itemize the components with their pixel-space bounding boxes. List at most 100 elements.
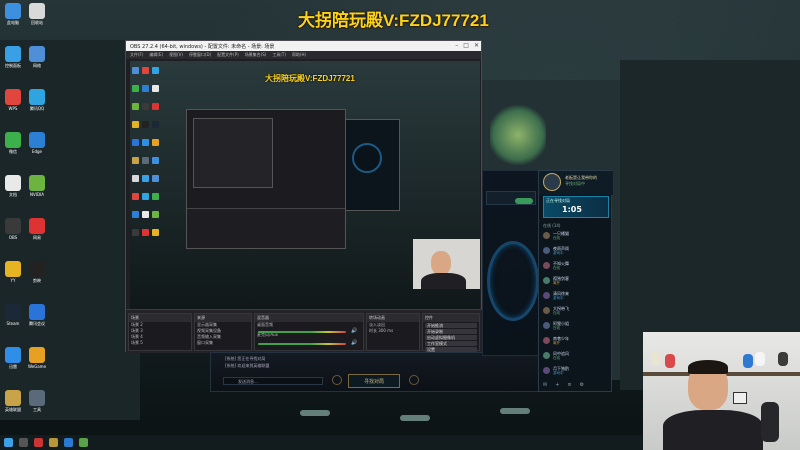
obs-taskbar-icon[interactable] — [34, 438, 43, 447]
desktop-shortcut[interactable]: 文档 — [2, 175, 24, 198]
desktop-shortcut[interactable]: 剪映 — [26, 261, 48, 284]
sources-dock[interactable]: 来源 显示器采集 视频采集设备 音频输入采集 窗口采集 — [194, 313, 252, 351]
preview-app-icon — [132, 121, 139, 128]
chat-line: [系统] 您正在寻找对局 — [225, 356, 266, 361]
friend-list-item[interactable]: 阿狸小姐 在线 — [543, 321, 609, 331]
desktop-shortcut[interactable]: 迅雷 — [2, 347, 24, 370]
obs-menubar: 文件(F) 编辑(E) 视图(V) 停靠窗口(D) 配置文件(P) 场景集合(S) 工具(T… — [126, 51, 481, 59]
desktop-shortcut[interactable]: 英雄联盟 — [2, 390, 24, 413]
friend-status: 在线 — [553, 311, 560, 315]
windows-start-icon[interactable] — [4, 438, 13, 447]
obs-preview[interactable]: 大拐陪玩殿V:FZDJ77721 — [130, 61, 480, 309]
obs-docks: 场景 场景 2 场景 3 场景 4 场景 5 来源 显示器采集 视频采集设备 音频输入采集… — [126, 309, 483, 358]
transitions-dock[interactable]: 转场动画 淡入淡出 时长 300 ms — [366, 313, 420, 351]
obs-titlebar[interactable]: OBS 27.2.4 (64-bit, windows) - 配置文件: 未命名… — [126, 41, 481, 51]
maximize-icon[interactable]: □ — [463, 42, 469, 49]
toggle-switch[interactable] — [515, 198, 533, 204]
scenes-dock-header: 场景 — [129, 314, 191, 322]
friend-status: 游戏中 — [553, 371, 564, 375]
control-button[interactable]: 开始录制 — [425, 329, 477, 334]
obs-menu-item[interactable]: 工具(T) — [272, 52, 286, 58]
desktop-shortcut[interactable]: 网易 — [26, 218, 48, 241]
desktop-shortcut-label: 腾讯QQ — [29, 106, 45, 111]
webcam-face — [431, 251, 451, 275]
audio-meter — [258, 343, 346, 345]
queue-label: 正在寻找对局 — [546, 198, 570, 203]
stream-title-banner: 大拐陪玩殿V:FZDJ77721 — [298, 11, 489, 30]
desktop-shortcut-label: 网络 — [33, 63, 41, 68]
preview-app-icon — [152, 157, 159, 164]
control-button[interactable]: 启动虚拟摄像机 — [425, 335, 477, 340]
desktop-shortcut[interactable]: 腾讯会议 — [26, 304, 48, 327]
friend-list-item[interactable]: 夜雨声烦 游戏中 — [543, 246, 609, 256]
webcam-shirt — [421, 273, 466, 289]
friend-list-item[interactable]: 月下独酌 游戏中 — [543, 366, 609, 376]
obs-window[interactable]: OBS 27.2.4 (64-bit, windows) - 配置文件: 未命名… — [125, 40, 483, 358]
control-button[interactable]: 工作室模式 — [425, 341, 477, 346]
obs-menu-item[interactable]: 配置文件(P) — [217, 52, 239, 58]
search-icon[interactable] — [19, 438, 28, 447]
desktop-shortcut[interactable]: WeGame — [26, 347, 48, 369]
microphone — [761, 402, 779, 442]
friend-list-item[interactable]: 风中追风 在线 — [543, 351, 609, 361]
obs-menu-item[interactable]: 场景集合(S) — [245, 52, 267, 58]
close-icon[interactable]: ✕ — [474, 42, 479, 49]
webcam-shirt — [663, 410, 763, 450]
summoner-avatar[interactable] — [543, 173, 561, 191]
gear-icon[interactable]: ⚙ — [580, 382, 584, 388]
desktop-shortcut[interactable]: 回收站 — [26, 3, 48, 26]
desktop-shortcut[interactable]: Edge — [26, 132, 48, 154]
desktop-shortcut[interactable]: WPS — [2, 89, 24, 111]
controls-dock[interactable]: 控件 开始推流开始录制启动虚拟摄像机工作室模式设置退出 — [422, 313, 480, 358]
obs-menu-item[interactable]: 帮助(H) — [292, 52, 306, 58]
add-friend-icon[interactable]: + — [555, 382, 559, 388]
desktop-shortcut[interactable]: 微信 — [2, 132, 24, 155]
obs-menu-item[interactable]: 文件(F) — [130, 52, 143, 58]
figure-toy — [778, 352, 788, 366]
friend-status: 离开 — [553, 281, 560, 285]
wechat-taskbar-icon[interactable] — [79, 438, 88, 447]
desktop-shortcut[interactable]: 腾讯QQ — [26, 89, 48, 112]
mixer-dock[interactable]: 混音器 桌面音频 麦克风/Aux 🔊 🔊 — [254, 313, 364, 351]
desktop-shortcut-label: 剪映 — [33, 278, 41, 283]
desktop-shortcut[interactable]: YY — [2, 261, 24, 283]
friend-list-item[interactable]: 孤独剑客 离开 — [543, 276, 609, 286]
preview-app-icon — [152, 139, 159, 146]
scene-item[interactable]: 场景 5 — [129, 340, 191, 346]
transition-item[interactable]: 时长 300 ms — [367, 328, 419, 334]
desktop-shortcut[interactable]: 控制面板 — [2, 46, 24, 69]
control-button[interactable]: 开始推流 — [425, 323, 477, 328]
chat-icon[interactable]: ✉ — [543, 382, 547, 388]
app-icon — [29, 218, 45, 234]
desktop-shortcut[interactable]: OBS — [2, 218, 24, 240]
figure-toy — [755, 352, 765, 366]
edge-taskbar-icon[interactable] — [64, 438, 73, 447]
minimize-icon[interactable]: – — [455, 42, 458, 49]
obs-menu-item[interactable]: 编辑(E) — [149, 52, 163, 58]
friend-list-item[interactable]: 南巷少年 离开 — [543, 336, 609, 346]
queue-timer-box[interactable]: 正在寻找对局 1:05 — [543, 196, 609, 218]
desktop-shortcut[interactable]: 此电脑 — [2, 3, 24, 26]
obs-menu-item[interactable]: 视图(V) — [169, 52, 183, 58]
webcam-hair — [688, 360, 728, 374]
scenes-dock[interactable]: 场景 场景 2 场景 3 场景 4 场景 5 — [128, 313, 192, 351]
settings-icon[interactable] — [409, 375, 419, 385]
obs-menu-item[interactable]: 停靠窗口(D) — [189, 52, 211, 58]
close-queue-icon[interactable] — [332, 375, 342, 385]
desktop-shortcut[interactable]: 工具 — [26, 390, 48, 413]
find-match-button[interactable]: 寻找对局 — [348, 374, 400, 388]
friend-list-item[interactable]: 大拐带飞 在线 — [543, 306, 609, 316]
lol-taskbar-icon[interactable] — [49, 438, 58, 447]
desktop-shortcut[interactable]: Steam — [2, 304, 24, 326]
app-icon — [29, 89, 45, 105]
list-icon[interactable]: ≡ — [567, 382, 571, 388]
chat-input[interactable]: 发送消息... — [223, 377, 323, 385]
friend-list-item[interactable]: 不知火舞 在线 — [543, 261, 609, 271]
speaker-icon[interactable]: 🔊 — [351, 328, 357, 334]
friend-list-item[interactable]: 一只橘猫 在线 — [543, 231, 609, 241]
friend-list-item[interactable]: 清风徐来 游戏中 — [543, 291, 609, 301]
desktop-shortcut[interactable]: 网络 — [26, 46, 48, 69]
desktop-shortcut[interactable]: NVIDIA — [26, 175, 48, 197]
speaker-icon[interactable]: 🔊 — [351, 340, 357, 346]
source-item[interactable]: 窗口采集 — [195, 340, 251, 346]
